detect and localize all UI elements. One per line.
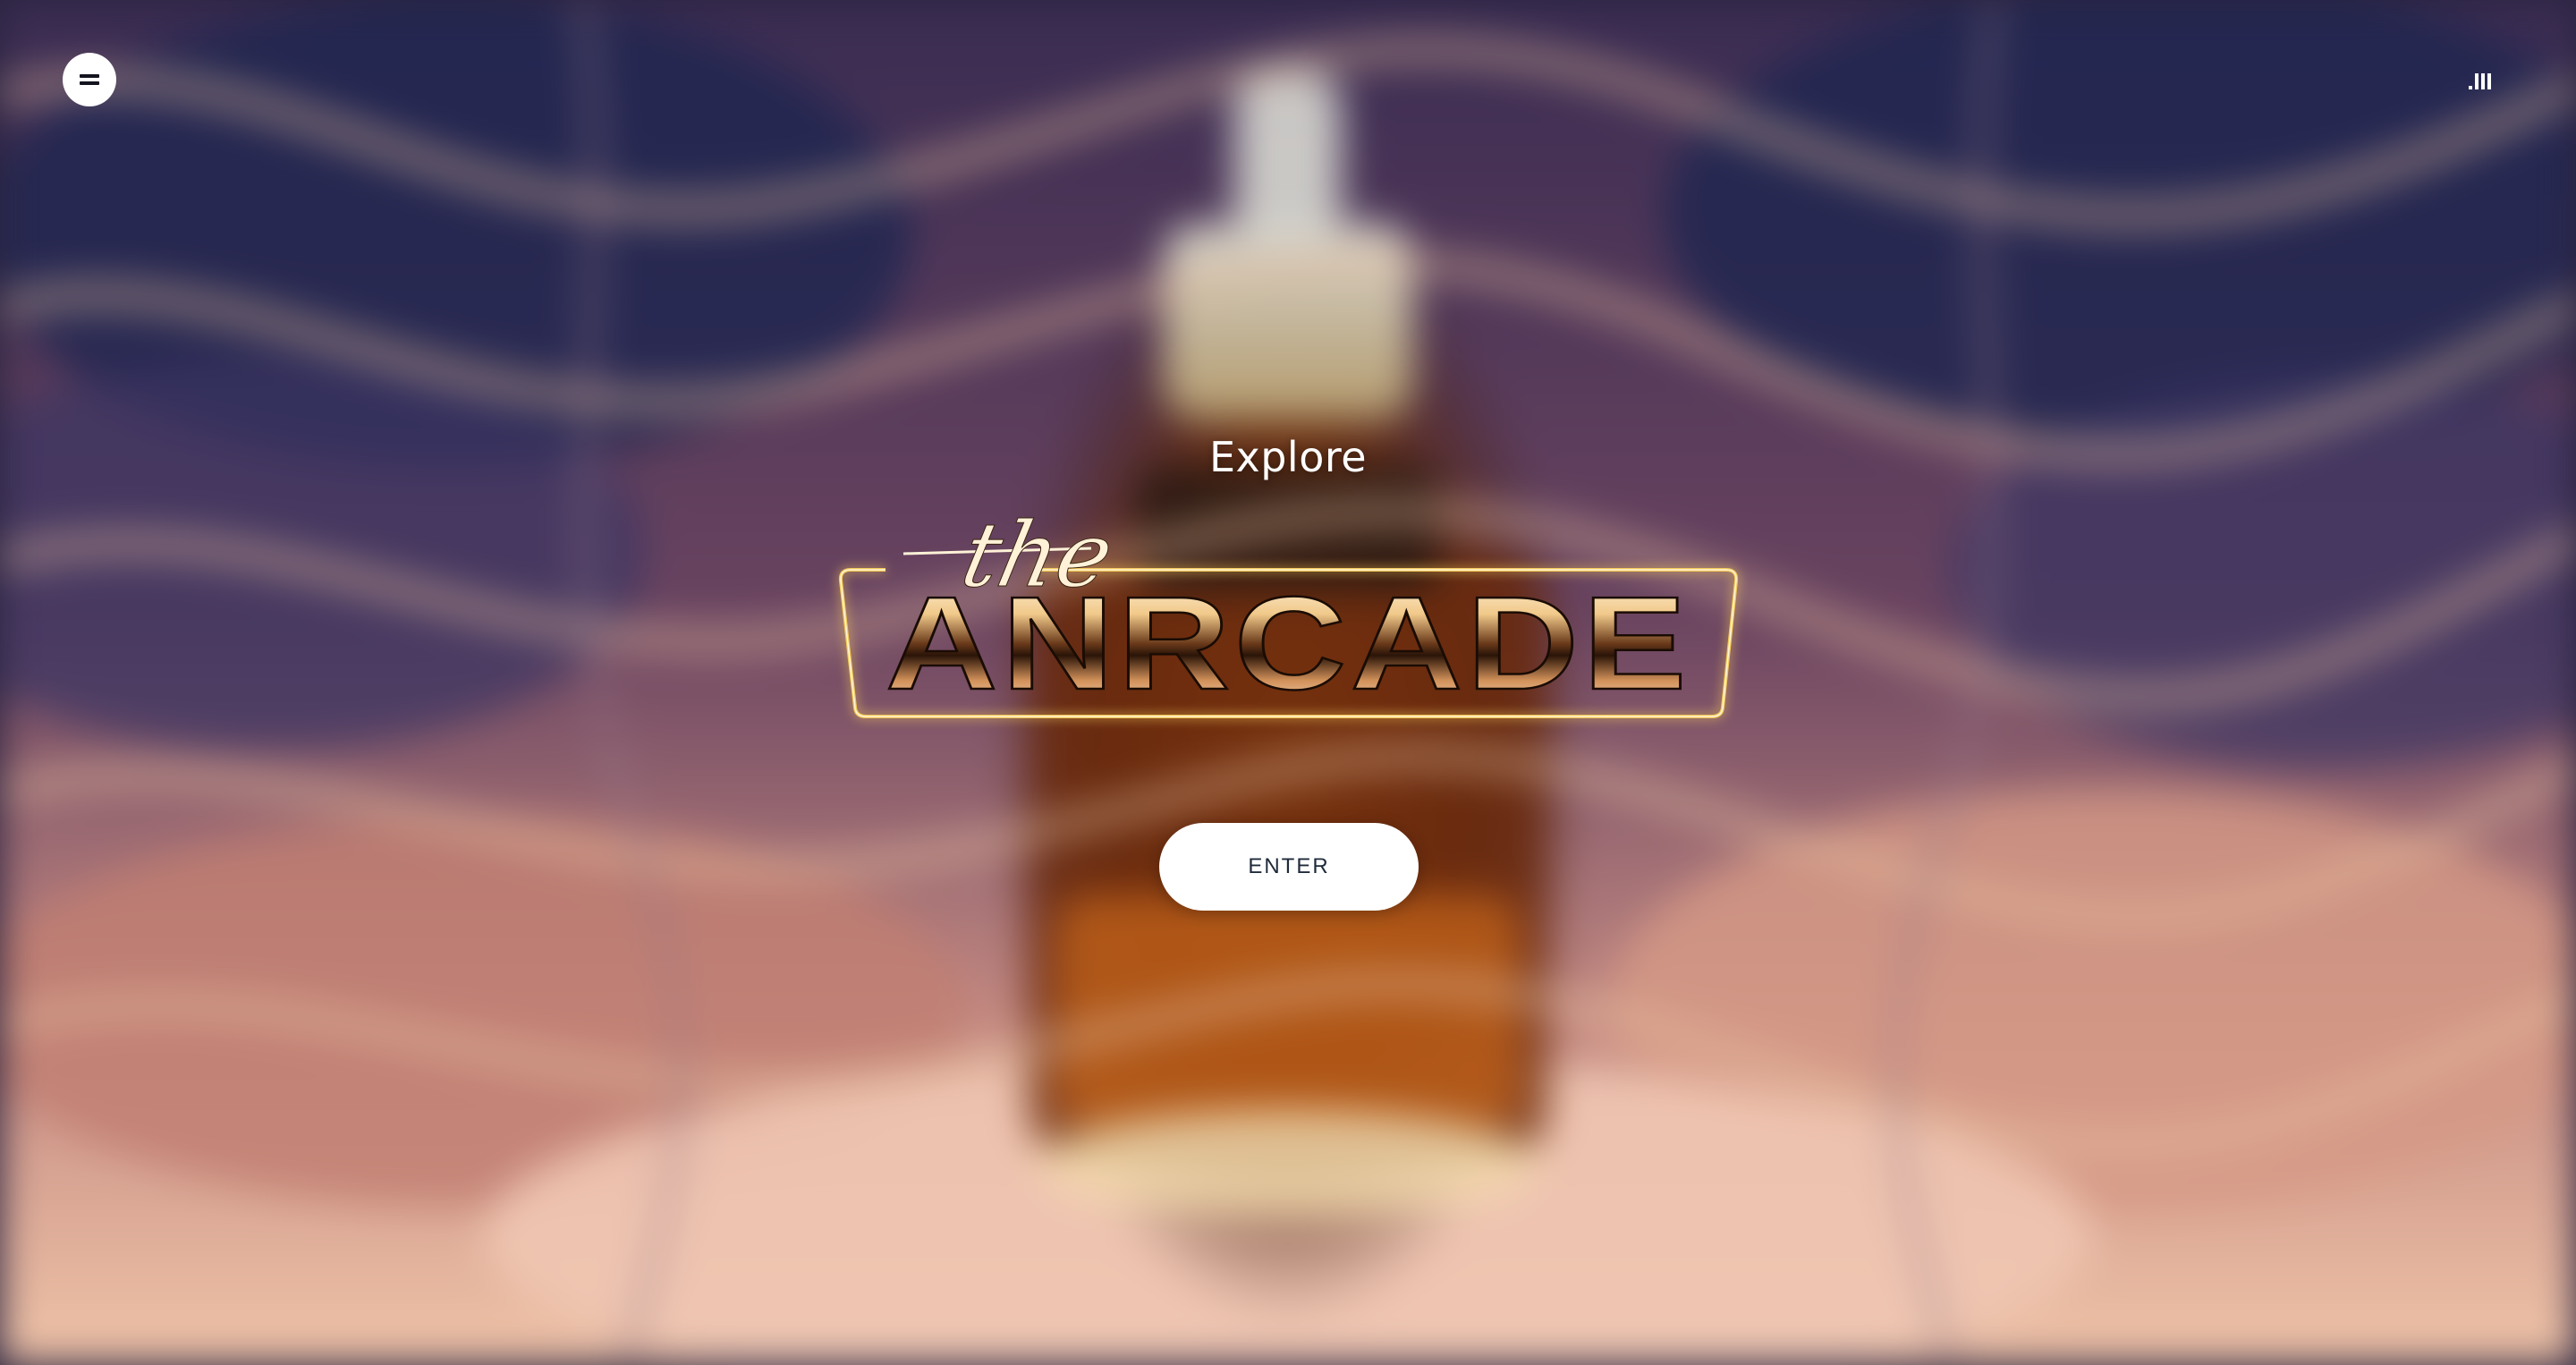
sound-bars-icon xyxy=(2469,72,2492,89)
sound-toggle-button[interactable] xyxy=(2458,64,2503,95)
hamburger-menu-icon xyxy=(80,72,99,88)
menu-button[interactable] xyxy=(63,53,116,106)
enter-button[interactable]: ENTER xyxy=(1159,823,1419,911)
logo-graphic: the ANRCADE xyxy=(838,503,1739,718)
explore-title: Explore xyxy=(1208,433,1368,481)
the-anrcade-logo: the ANRCADE xyxy=(832,503,1744,729)
logo-word-text: ANRCADE xyxy=(886,570,1690,717)
